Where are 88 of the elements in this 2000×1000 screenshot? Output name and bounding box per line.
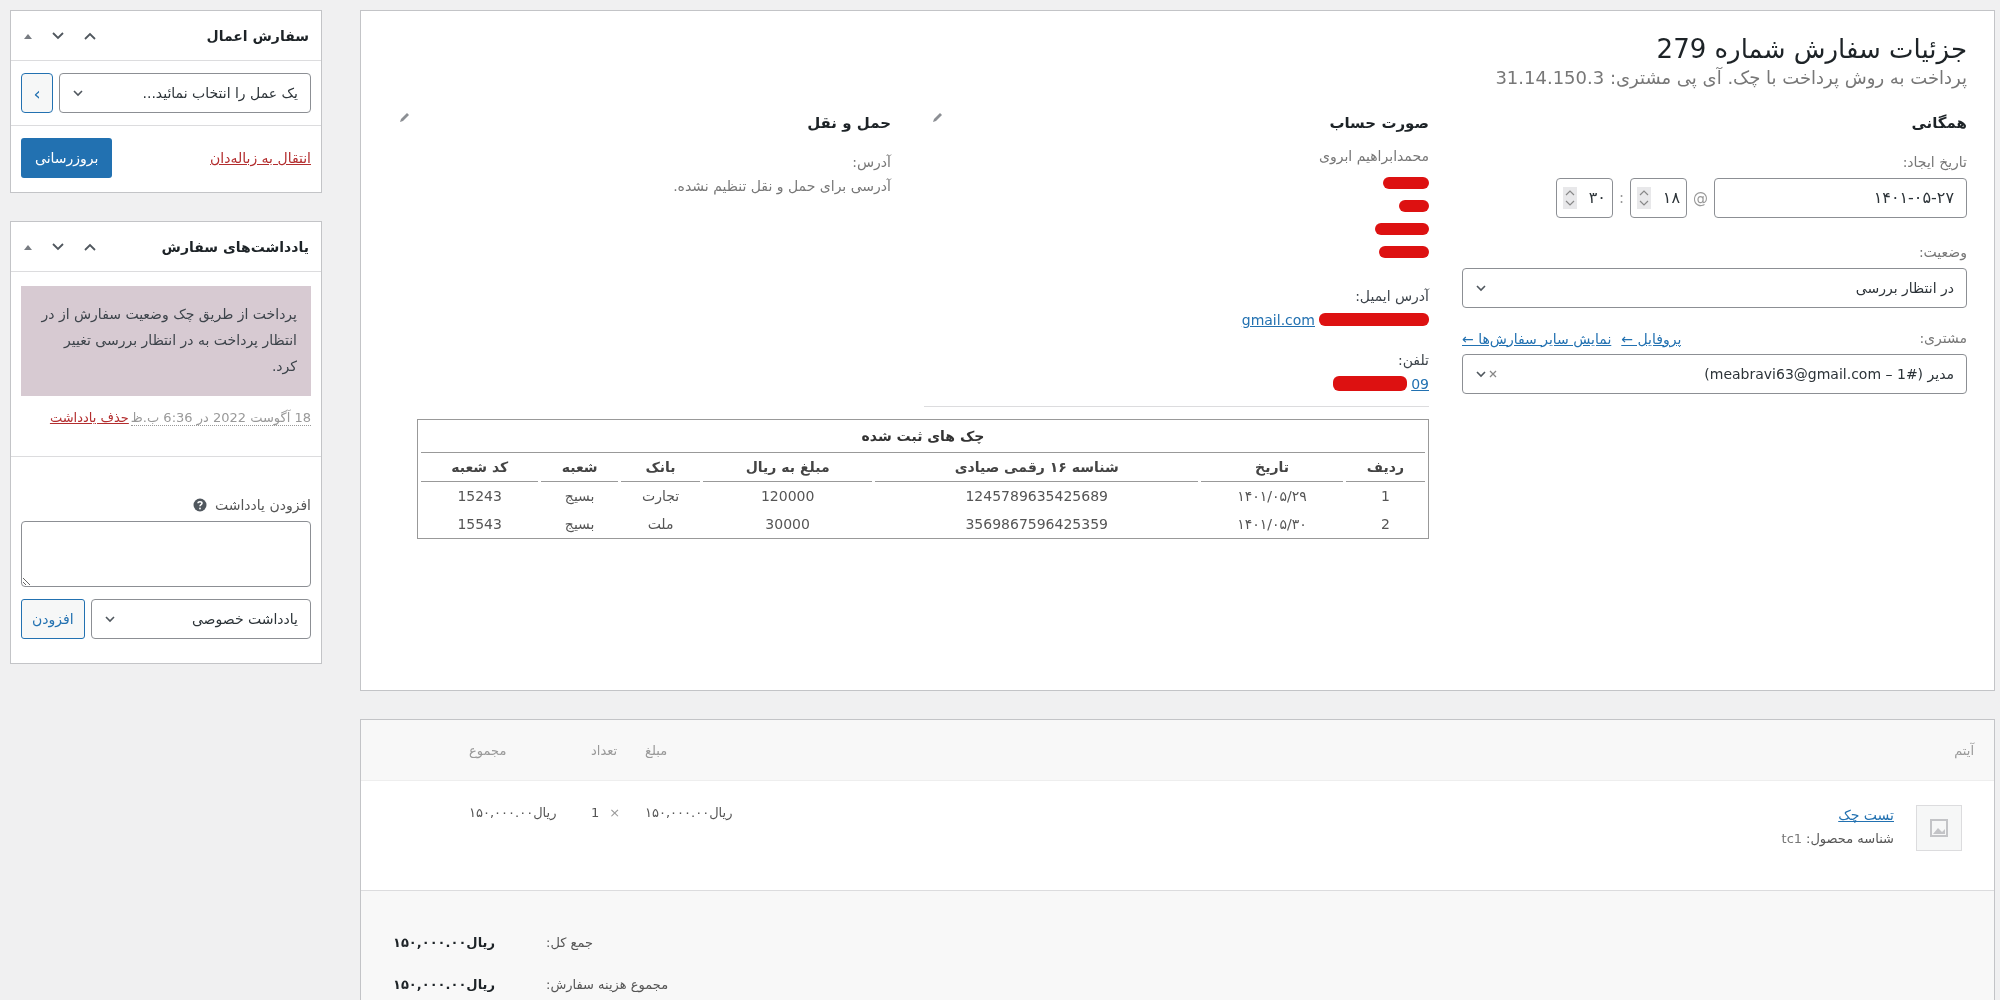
redaction-mark: [1379, 245, 1429, 258]
customer-link[interactable]: نمایش سایر سفارش‌ها ←: [1462, 330, 1612, 347]
column-header: شناسه ۱۶ رقمی صیادی: [875, 452, 1199, 482]
status-select[interactable]: در انتظار بررسی: [1462, 267, 1967, 308]
table-cell-text: ۱۴۰۱/۰۵/۲۹: [1236, 486, 1308, 506]
table-cell-text: 30000: [764, 514, 811, 534]
customer-select[interactable]: مدیر (#1 – meabravi63@gmail.com): [1462, 353, 1967, 394]
address-text: آدرسی برای حمل و نقل تنظیم نشده.: [672, 177, 891, 194]
total-label: مجموع هزینه سفارش:: [546, 976, 670, 992]
total-value: ریال۱۵۰,۰۰۰.۰۰: [393, 976, 496, 992]
table-cell-text: بسیج: [563, 514, 596, 535]
table-cell-text: 120000: [759, 486, 816, 506]
chevron-up-icon[interactable]: [83, 30, 97, 41]
chevron-down-icon[interactable]: [51, 30, 65, 41]
column-header: تعداد: [591, 742, 619, 758]
page-title: جزئیات سفارش شماره 279: [1655, 33, 1967, 67]
section-heading: صورت حساب: [1329, 113, 1429, 132]
table-cell-text: 3569867596425359: [964, 514, 1109, 534]
update-button[interactable]: بروزرسانی: [21, 138, 113, 178]
spinner-icon[interactable]: [1562, 186, 1577, 209]
sku-label: شناسه محصول:: [1806, 831, 1894, 846]
column-header: تاریخ: [1201, 452, 1343, 482]
clear-icon[interactable]: [1489, 369, 1497, 378]
field-label: آدرس ایمیل:: [1354, 287, 1429, 304]
table-cell-text: 15543: [456, 514, 503, 534]
box-title: سفارش اعمال: [206, 27, 309, 44]
table-cell-text: تجارت: [641, 486, 681, 507]
email-link[interactable]: gmail.com: [1241, 311, 1315, 328]
redaction-mark: [1375, 222, 1429, 235]
table-cell-text: 1245789635425689: [964, 486, 1109, 506]
box-title: یادداشت‌های سفارش: [161, 238, 309, 255]
note-date: 18 آگوست 2022 در 6:36 ب.ظ: [130, 409, 311, 426]
help-icon[interactable]: [192, 497, 207, 512]
redaction-mark: [1399, 199, 1429, 212]
action-select[interactable]: یک عمل را انتخاب نمائید...: [59, 73, 311, 113]
item-quantity: 1: [591, 805, 600, 820]
apply-button[interactable]: ›: [21, 73, 53, 113]
product-link[interactable]: تست چک: [1781, 807, 1894, 823]
table-cell-text: ۱۴۰۱/۰۵/۳۰: [1236, 514, 1308, 534]
table-cell-text: ملت: [646, 514, 675, 534]
field-label: تلفن:: [1397, 351, 1429, 368]
note-textarea[interactable]: [21, 520, 311, 587]
chevron-down-icon[interactable]: [51, 241, 65, 252]
trash-link[interactable]: انتقال به زباله‌دان: [210, 150, 311, 166]
table-cell-text: 1: [1379, 486, 1391, 506]
customer-link[interactable]: پروفایل ←: [1621, 330, 1682, 347]
times-sign: ×: [609, 805, 621, 820]
customer-name: محمدابراهیم ابروی: [1318, 147, 1429, 164]
field-label: وضعیت:: [1917, 243, 1967, 260]
note-type-select[interactable]: یادداشت خصوصی: [90, 598, 311, 639]
column-header: آیتم: [1953, 742, 1976, 758]
note-bubble: پرداخت از طریق چک وضعیت سفارش از در انتظار پرداخت به در انتظار بررسی تغییر کرد.: [21, 286, 311, 396]
order-subtitle: پرداخت به روش پرداخت با چک. آی پی مشتری: 31.14.150.3: [1494, 66, 1967, 88]
time-field[interactable]: ۱۸: [1630, 177, 1687, 218]
date-field[interactable]: ۱۴۰۱-۰۵-۲۷: [1714, 177, 1967, 218]
redaction-mark: [1383, 176, 1429, 189]
total-value: ریال۱۵۰,۰۰۰.۰۰: [393, 934, 496, 950]
column-header: کد شعبه: [421, 452, 539, 482]
column-header: مبلغ به ریال: [703, 452, 873, 482]
column-header: بانک: [621, 452, 701, 482]
image-placeholder-icon: [1916, 805, 1962, 851]
at-sign: @: [1693, 188, 1708, 207]
column-header: مجموع: [469, 742, 508, 758]
table-cell-text: 2: [1379, 514, 1391, 534]
delete-note-link[interactable]: حذف یادداشت: [49, 409, 129, 426]
phone-link[interactable]: 09: [1411, 375, 1429, 392]
table-title: چک های ثبت شده: [421, 419, 1425, 453]
field-label: افزودن یادداشت: [214, 496, 311, 513]
chevron-up-icon[interactable]: [83, 241, 97, 252]
sku-value: tc1: [1781, 831, 1803, 846]
section-heading: همگانی: [1910, 113, 1967, 132]
chevron-down-icon: [72, 87, 84, 99]
time-field[interactable]: ۳۰: [1555, 177, 1613, 218]
table-cell-text: بسیج: [563, 486, 596, 507]
column-header: ردیف: [1345, 452, 1425, 482]
item-total: ریال۱۵۰,۰۰۰.۰۰: [469, 805, 558, 820]
total-label: جمع کل:: [546, 934, 595, 950]
colon-separator: :: [1618, 188, 1624, 207]
spinner-icon[interactable]: [1637, 186, 1651, 209]
field-label: مشتری:: [1919, 329, 1967, 346]
item-cost: ریال۱۵۰,۰۰۰.۰۰: [645, 805, 734, 820]
column-header: مبلغ: [645, 742, 669, 758]
column-header: شعبه: [541, 452, 618, 482]
add-note-button[interactable]: افزودن: [21, 598, 85, 639]
table-cell-text: 15243: [456, 486, 503, 506]
field-label: آدرس:: [851, 153, 891, 170]
field-label: تاریخ ایجاد:: [1901, 153, 1967, 170]
section-heading: حمل و نقل: [807, 113, 891, 132]
